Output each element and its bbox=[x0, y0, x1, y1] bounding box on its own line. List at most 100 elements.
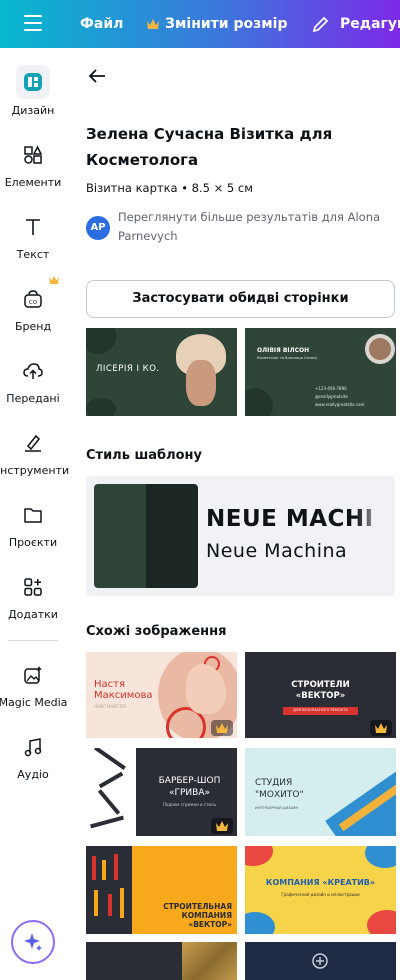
file-menu-label: Файл bbox=[80, 16, 124, 32]
logo-icon bbox=[312, 953, 328, 969]
magic-image-icon bbox=[24, 666, 42, 684]
similar-card[interactable]: БАРБЕР-ШОП «ГРИВА» Подаем стрижки и стил… bbox=[86, 748, 237, 836]
sidebar-item-elements[interactable]: Елементи bbox=[0, 138, 66, 204]
sidebar-item-label: Бренд bbox=[14, 320, 52, 333]
card-line1: Настя bbox=[94, 679, 125, 690]
card-line2: КОМПАНИЯ bbox=[181, 911, 232, 920]
sidebar-item-magic-media[interactable]: Magic Media bbox=[0, 658, 67, 724]
design-icon bbox=[24, 73, 42, 91]
premium-badge bbox=[370, 720, 392, 736]
svg-text:CO: CO bbox=[29, 300, 38, 306]
front-brand-text: ЛІСЕРІЯ І КО. bbox=[96, 364, 160, 374]
crown-icon bbox=[216, 821, 228, 831]
sidebar-item-apps[interactable]: Додатки bbox=[0, 570, 66, 636]
card-line2: Максимова bbox=[94, 690, 153, 701]
crown-icon bbox=[375, 723, 387, 733]
sidebar-item-design[interactable]: Дизайн bbox=[0, 48, 66, 117]
premium-badge bbox=[211, 720, 233, 736]
magic-assistant-button[interactable] bbox=[11, 920, 55, 964]
color-swatch bbox=[146, 484, 198, 588]
template-detail-panel: Зелена Сучасна Візитка для Косметолога В… bbox=[66, 48, 400, 980]
back-name: ОЛІВІЯ ВІЛСОН bbox=[257, 347, 310, 354]
text-icon bbox=[26, 219, 40, 235]
shapes-icon bbox=[24, 145, 43, 164]
card-line1: СТРОИТЕЛЬНАЯ bbox=[163, 902, 232, 911]
resize-label: Змінити розмір bbox=[165, 16, 288, 32]
sidebar-item-label: Дизайн bbox=[11, 104, 55, 117]
crown-icon bbox=[147, 19, 159, 29]
template-page-front[interactable]: ЛІСЕРІЯ І КО. bbox=[86, 328, 237, 416]
edit-label: Редагува bbox=[340, 16, 400, 32]
sidebar-item-label: Додатки bbox=[8, 608, 58, 621]
menu-icon[interactable] bbox=[24, 15, 42, 31]
similar-card[interactable]: Настя Максимова НАЙЛ МАЙСТЕР bbox=[86, 652, 237, 738]
sidebar-item-projects[interactable]: Проєкти bbox=[0, 498, 66, 564]
file-menu-button[interactable]: Файл bbox=[80, 0, 123, 48]
back-phone: +123-456-7890 bbox=[315, 386, 347, 391]
sidebar-item-label: Текст bbox=[16, 248, 50, 261]
sidebar-item-label: Інструменти bbox=[0, 464, 70, 477]
brand-icon: CO bbox=[24, 290, 42, 308]
sidebar-item-tools[interactable]: Інструменти bbox=[0, 426, 69, 492]
folder-icon bbox=[24, 508, 42, 523]
back-site: www.reallygreatsite.com bbox=[315, 402, 365, 407]
template-title: Зелена Сучасна Візитка для Косметолога bbox=[86, 125, 333, 169]
author-more-link[interactable]: Переглянути більше результатів для Alona… bbox=[118, 208, 383, 246]
sidebar: Дизайн Елементи Текст CO Бренд Передані … bbox=[0, 48, 69, 980]
back-arrow-icon[interactable] bbox=[88, 68, 106, 84]
similar-card[interactable]: СТРОИТЕЛИ «ВЕКТОР» ДЛЯ БЕЗОПАСНОГО РЕМОН… bbox=[245, 652, 396, 738]
font-body-sample: Neue Machina bbox=[206, 540, 348, 562]
crown-icon bbox=[216, 723, 228, 733]
sidebar-item-label: Передані bbox=[6, 392, 60, 405]
edit-button[interactable]: Редагува bbox=[312, 0, 400, 48]
resize-button[interactable]: Змінити розмір bbox=[146, 0, 288, 48]
template-subtitle: Візитна картка • 8.5 × 5 см bbox=[86, 181, 253, 195]
crown-icon bbox=[49, 276, 59, 284]
sparkle-icon bbox=[24, 933, 42, 951]
template-style-card[interactable]: NEUE MACHI Neue Machina bbox=[86, 476, 395, 596]
card-line3: Подаем стрижки и стиль bbox=[163, 802, 216, 807]
card-line2: «ГРИВА» bbox=[169, 788, 210, 798]
card-line2: «ВЕКТОР» bbox=[295, 691, 346, 701]
similar-card[interactable]: КОМПАНИЯ «КРЕАТИВ» Графический дизайн и … bbox=[245, 846, 396, 934]
sidebar-item-audio[interactable]: Аудіо bbox=[0, 730, 66, 796]
apps-icon bbox=[24, 578, 42, 596]
card-line3: «ВЕКТОР» bbox=[188, 920, 232, 929]
font-heading-sample: NEUE MACHI bbox=[206, 506, 374, 532]
sidebar-item-text[interactable]: Текст bbox=[0, 210, 66, 276]
card-line1: КОМПАНИЯ «КРЕАТИВ» bbox=[265, 878, 376, 887]
sidebar-divider bbox=[8, 640, 58, 641]
sidebar-item-brand[interactable]: CO Бренд bbox=[0, 276, 66, 348]
card-line2: Графический дизайн и иллюстрации bbox=[281, 892, 360, 897]
card-line1: СТРОИТЕЛИ bbox=[291, 680, 350, 690]
color-swatch bbox=[94, 484, 146, 588]
sidebar-item-label: Проєкти bbox=[8, 536, 58, 549]
sidebar-item-label: Magic Media bbox=[0, 696, 68, 709]
back-handle: @reallygreatsite bbox=[315, 394, 348, 399]
sidebar-item-label: Аудіо bbox=[17, 768, 49, 781]
top-toolbar: Файл Змінити розмір Редагува bbox=[0, 0, 400, 48]
premium-badge bbox=[211, 818, 233, 834]
author-avatar: AP bbox=[86, 216, 110, 240]
card-line3: ИНТЕРЬЕРНЫЙ ДИЗАЙН bbox=[255, 806, 299, 810]
pen-tool-icon bbox=[25, 434, 41, 452]
similar-card[interactable] bbox=[245, 942, 396, 980]
similar-card[interactable]: СТУДИЯ "МОХИТО" ИНТЕРЬЕРНЫЙ ДИЗАЙН bbox=[245, 748, 396, 836]
card-line1: БАРБЕР-ШОП bbox=[158, 776, 221, 786]
similar-card[interactable] bbox=[86, 942, 237, 980]
style-section-title: Стиль шаблону bbox=[86, 448, 203, 463]
card-line3: НАЙЛ МАЙСТЕР bbox=[94, 704, 127, 709]
card-line3: ДЛЯ БЕЗОПАСНОГО РЕМОНТА bbox=[293, 708, 348, 712]
back-role: Косметолог та Власниця Салону bbox=[257, 356, 318, 360]
cloud-upload-icon bbox=[23, 363, 43, 379]
music-note-icon bbox=[24, 738, 42, 757]
card-line1: СТУДИЯ bbox=[255, 778, 293, 788]
apply-both-pages-button[interactable]: Застосувати обидві сторінки bbox=[86, 280, 395, 318]
sidebar-item-label: Елементи bbox=[4, 176, 62, 189]
template-page-back[interactable]: ОЛІВІЯ ВІЛСОН Косметолог та Власниця Сал… bbox=[245, 328, 396, 416]
similar-section-title: Схожі зображення bbox=[86, 624, 227, 639]
card-line2: "МОХИТО" bbox=[255, 790, 304, 800]
similar-card[interactable]: СТРОИТЕЛЬНАЯ КОМПАНИЯ «ВЕКТОР» bbox=[86, 846, 237, 934]
pencil-icon bbox=[312, 16, 329, 33]
sidebar-item-uploads[interactable]: Передані bbox=[0, 354, 66, 420]
